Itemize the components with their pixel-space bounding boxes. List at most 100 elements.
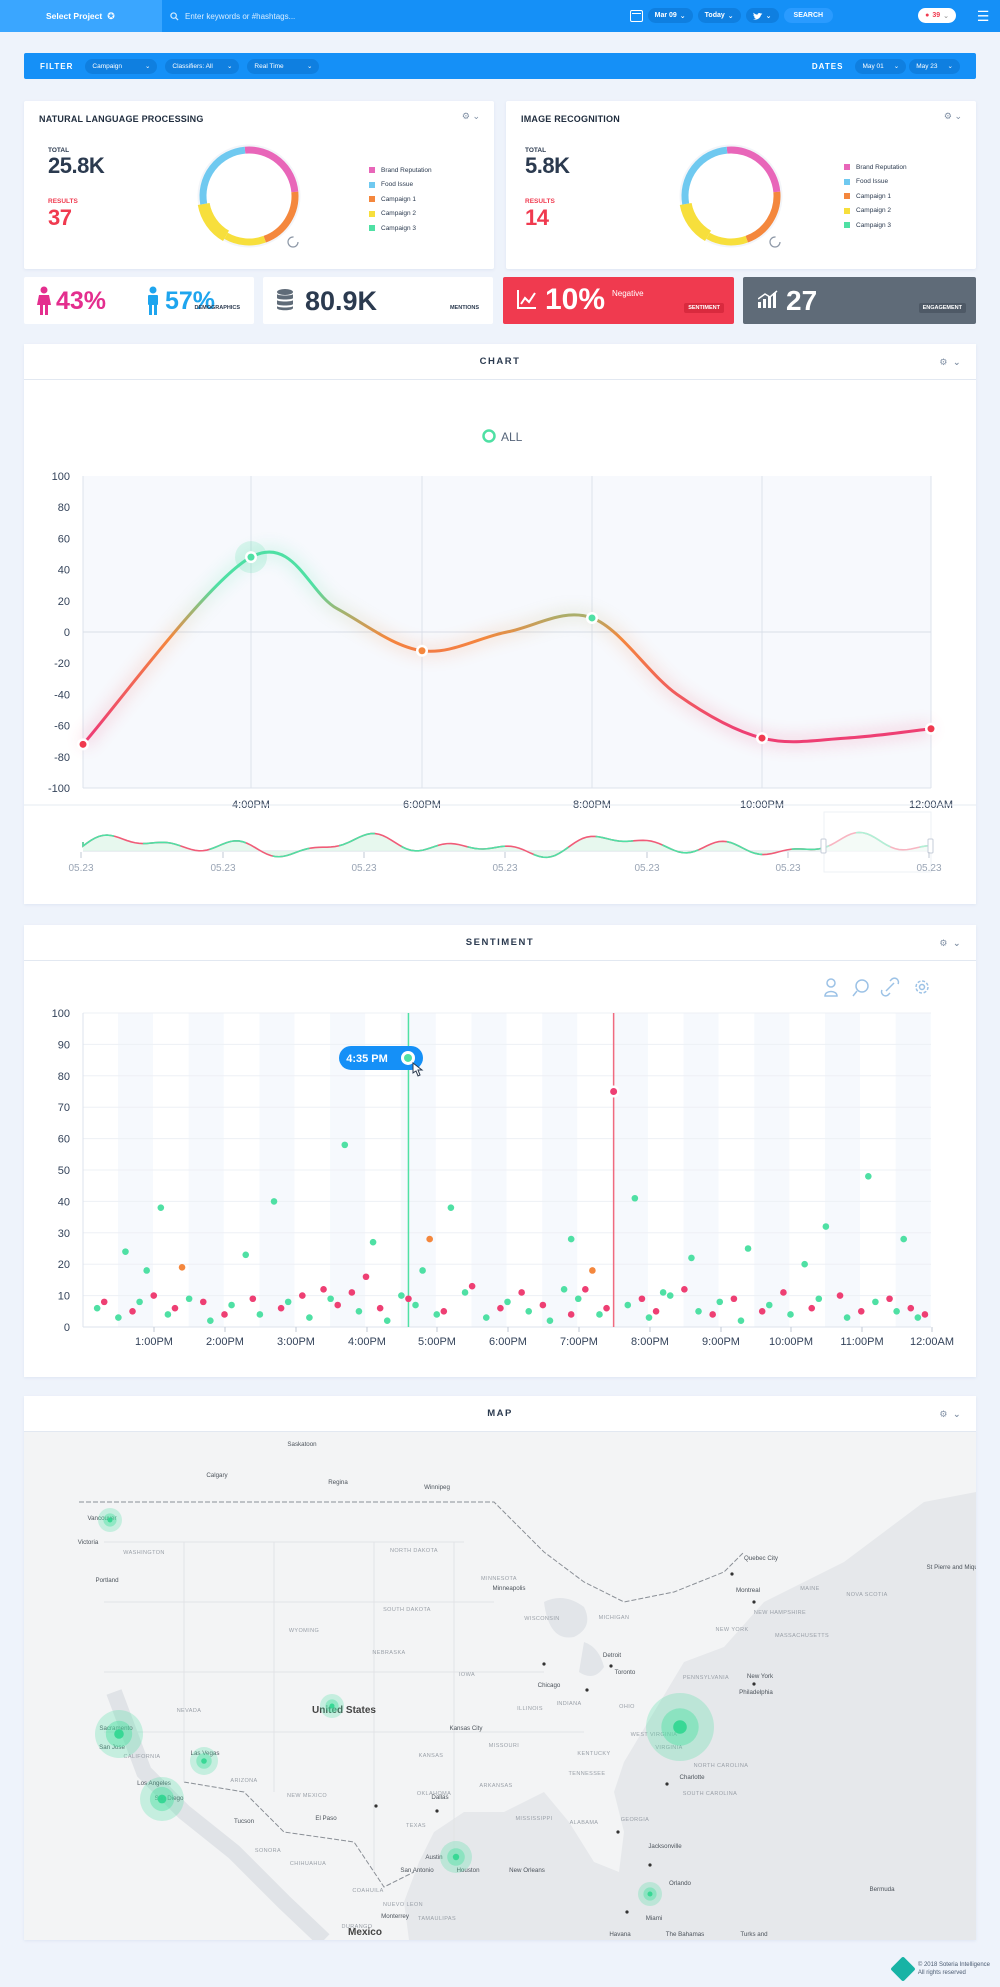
positive-point[interactable]: [596, 1311, 603, 1318]
negative-point[interactable]: [129, 1308, 136, 1315]
positive-point[interactable]: [412, 1301, 419, 1309]
positive-point[interactable]: [284, 1298, 292, 1306]
negative-point[interactable]: [320, 1286, 327, 1293]
positive-point[interactable]: [843, 1314, 851, 1321]
negative-point[interactable]: [780, 1289, 787, 1296]
navigator-window[interactable]: [823, 811, 932, 873]
negative-point[interactable]: [362, 1273, 370, 1281]
positive-point[interactable]: [185, 1295, 193, 1303]
positive-point[interactable]: [115, 1314, 122, 1321]
navigator-handle-left[interactable]: [820, 838, 827, 854]
positive-point[interactable]: [525, 1308, 533, 1315]
negative-point[interactable]: [468, 1282, 476, 1290]
refresh-icon[interactable]: [769, 236, 781, 248]
positive-point[interactable]: [143, 1267, 150, 1274]
positive-point[interactable]: [461, 1289, 469, 1296]
data-point[interactable]: [588, 614, 596, 622]
positive-point[interactable]: [631, 1194, 639, 1202]
positive-point[interactable]: [122, 1248, 129, 1255]
campaign-select[interactable]: Campaign ⌄: [85, 58, 158, 74]
positive-point[interactable]: [865, 1172, 872, 1180]
positive-point[interactable]: [136, 1298, 143, 1306]
negative-point[interactable]: [681, 1286, 688, 1293]
positive-point[interactable]: [801, 1260, 808, 1268]
search-input[interactable]: [185, 11, 385, 21]
map-hotspot[interactable]: [190, 1747, 218, 1775]
positive-point[interactable]: [560, 1286, 568, 1293]
gear-icon[interactable]: ⚙ ⌄: [944, 111, 962, 122]
negative-point[interactable]: [249, 1295, 257, 1303]
negative-point[interactable]: [171, 1304, 179, 1312]
negative-point[interactable]: [836, 1292, 844, 1299]
negative-point[interactable]: [518, 1289, 525, 1296]
search-button[interactable]: SEARCH: [783, 8, 834, 23]
negative-point[interactable]: [652, 1308, 660, 1315]
data-point[interactable]: [247, 553, 255, 561]
date-start-select[interactable]: May 01 ⌄: [855, 58, 907, 74]
negative-point[interactable]: [150, 1292, 158, 1299]
positive-point[interactable]: [369, 1238, 377, 1246]
negative-point[interactable]: [426, 1235, 433, 1243]
map-hotspot[interactable]: [140, 1777, 184, 1821]
negative-point[interactable]: [299, 1292, 306, 1299]
map-hotspot[interactable]: [638, 1882, 662, 1906]
positive-point[interactable]: [822, 1223, 830, 1230]
negative-point[interactable]: [582, 1286, 589, 1293]
negative-point[interactable]: [539, 1301, 547, 1309]
positive-point[interactable]: [228, 1301, 235, 1309]
positive-point[interactable]: [93, 1304, 101, 1312]
positive-point[interactable]: [716, 1298, 724, 1306]
negative-point[interactable]: [100, 1298, 108, 1306]
positive-point[interactable]: [574, 1295, 582, 1303]
positive-point[interactable]: [624, 1301, 632, 1309]
positive-point[interactable]: [695, 1308, 702, 1315]
date-range-select[interactable]: Today ⌄: [697, 8, 741, 23]
date-end-select[interactable]: May 23 ⌄: [909, 58, 960, 74]
negative-point[interactable]: [730, 1295, 738, 1303]
negative-point[interactable]: [348, 1289, 356, 1296]
negative-point[interactable]: [857, 1308, 865, 1315]
positive-point[interactable]: [659, 1289, 667, 1296]
negative-point[interactable]: [758, 1308, 766, 1315]
negative-point[interactable]: [199, 1298, 207, 1306]
negative-point[interactable]: [440, 1308, 448, 1315]
map-hotspot[interactable]: [320, 1694, 344, 1718]
negative-point[interactable]: [589, 1267, 596, 1274]
positive-point[interactable]: [242, 1251, 250, 1259]
positive-point[interactable]: [447, 1204, 455, 1211]
negative-point[interactable]: [376, 1304, 384, 1312]
negative-point[interactable]: [178, 1264, 186, 1271]
classifiers-select[interactable]: Classifiers: All ⌄: [165, 58, 240, 74]
negative-point[interactable]: [277, 1304, 285, 1312]
map-hotspot[interactable]: [440, 1841, 472, 1873]
positive-point[interactable]: [306, 1314, 313, 1321]
positive-point[interactable]: [900, 1235, 907, 1243]
cursor-marker[interactable]: [610, 1088, 618, 1095]
positive-point[interactable]: [207, 1317, 214, 1325]
positive-point[interactable]: [270, 1198, 278, 1205]
positive-point[interactable]: [433, 1311, 441, 1318]
notification-badge[interactable]: ● 39 ⌄: [918, 8, 956, 23]
negative-point[interactable]: [497, 1304, 504, 1312]
project-selector[interactable]: Select Project ✪: [0, 0, 162, 32]
positive-point[interactable]: [341, 1141, 349, 1149]
positive-point[interactable]: [398, 1292, 405, 1299]
negative-point[interactable]: [709, 1311, 716, 1318]
refresh-icon[interactable]: [287, 236, 299, 248]
negative-point[interactable]: [886, 1295, 893, 1303]
positive-point[interactable]: [737, 1317, 745, 1325]
navigator-handle-right[interactable]: [927, 838, 934, 854]
data-point[interactable]: [418, 647, 426, 655]
positive-point[interactable]: [419, 1267, 426, 1274]
negative-point[interactable]: [221, 1311, 228, 1318]
time-tooltip[interactable]: 4:35 PM: [339, 1045, 423, 1070]
data-point[interactable]: [79, 740, 87, 748]
negative-point[interactable]: [907, 1304, 915, 1312]
gear-icon[interactable]: ⚙ ⌄: [939, 938, 962, 949]
negative-point[interactable]: [808, 1304, 816, 1312]
data-point[interactable]: [927, 725, 935, 733]
positive-point[interactable]: [567, 1235, 575, 1243]
negative-point[interactable]: [921, 1311, 929, 1318]
map-hotspot[interactable]: [95, 1710, 143, 1758]
positive-point[interactable]: [914, 1314, 922, 1321]
